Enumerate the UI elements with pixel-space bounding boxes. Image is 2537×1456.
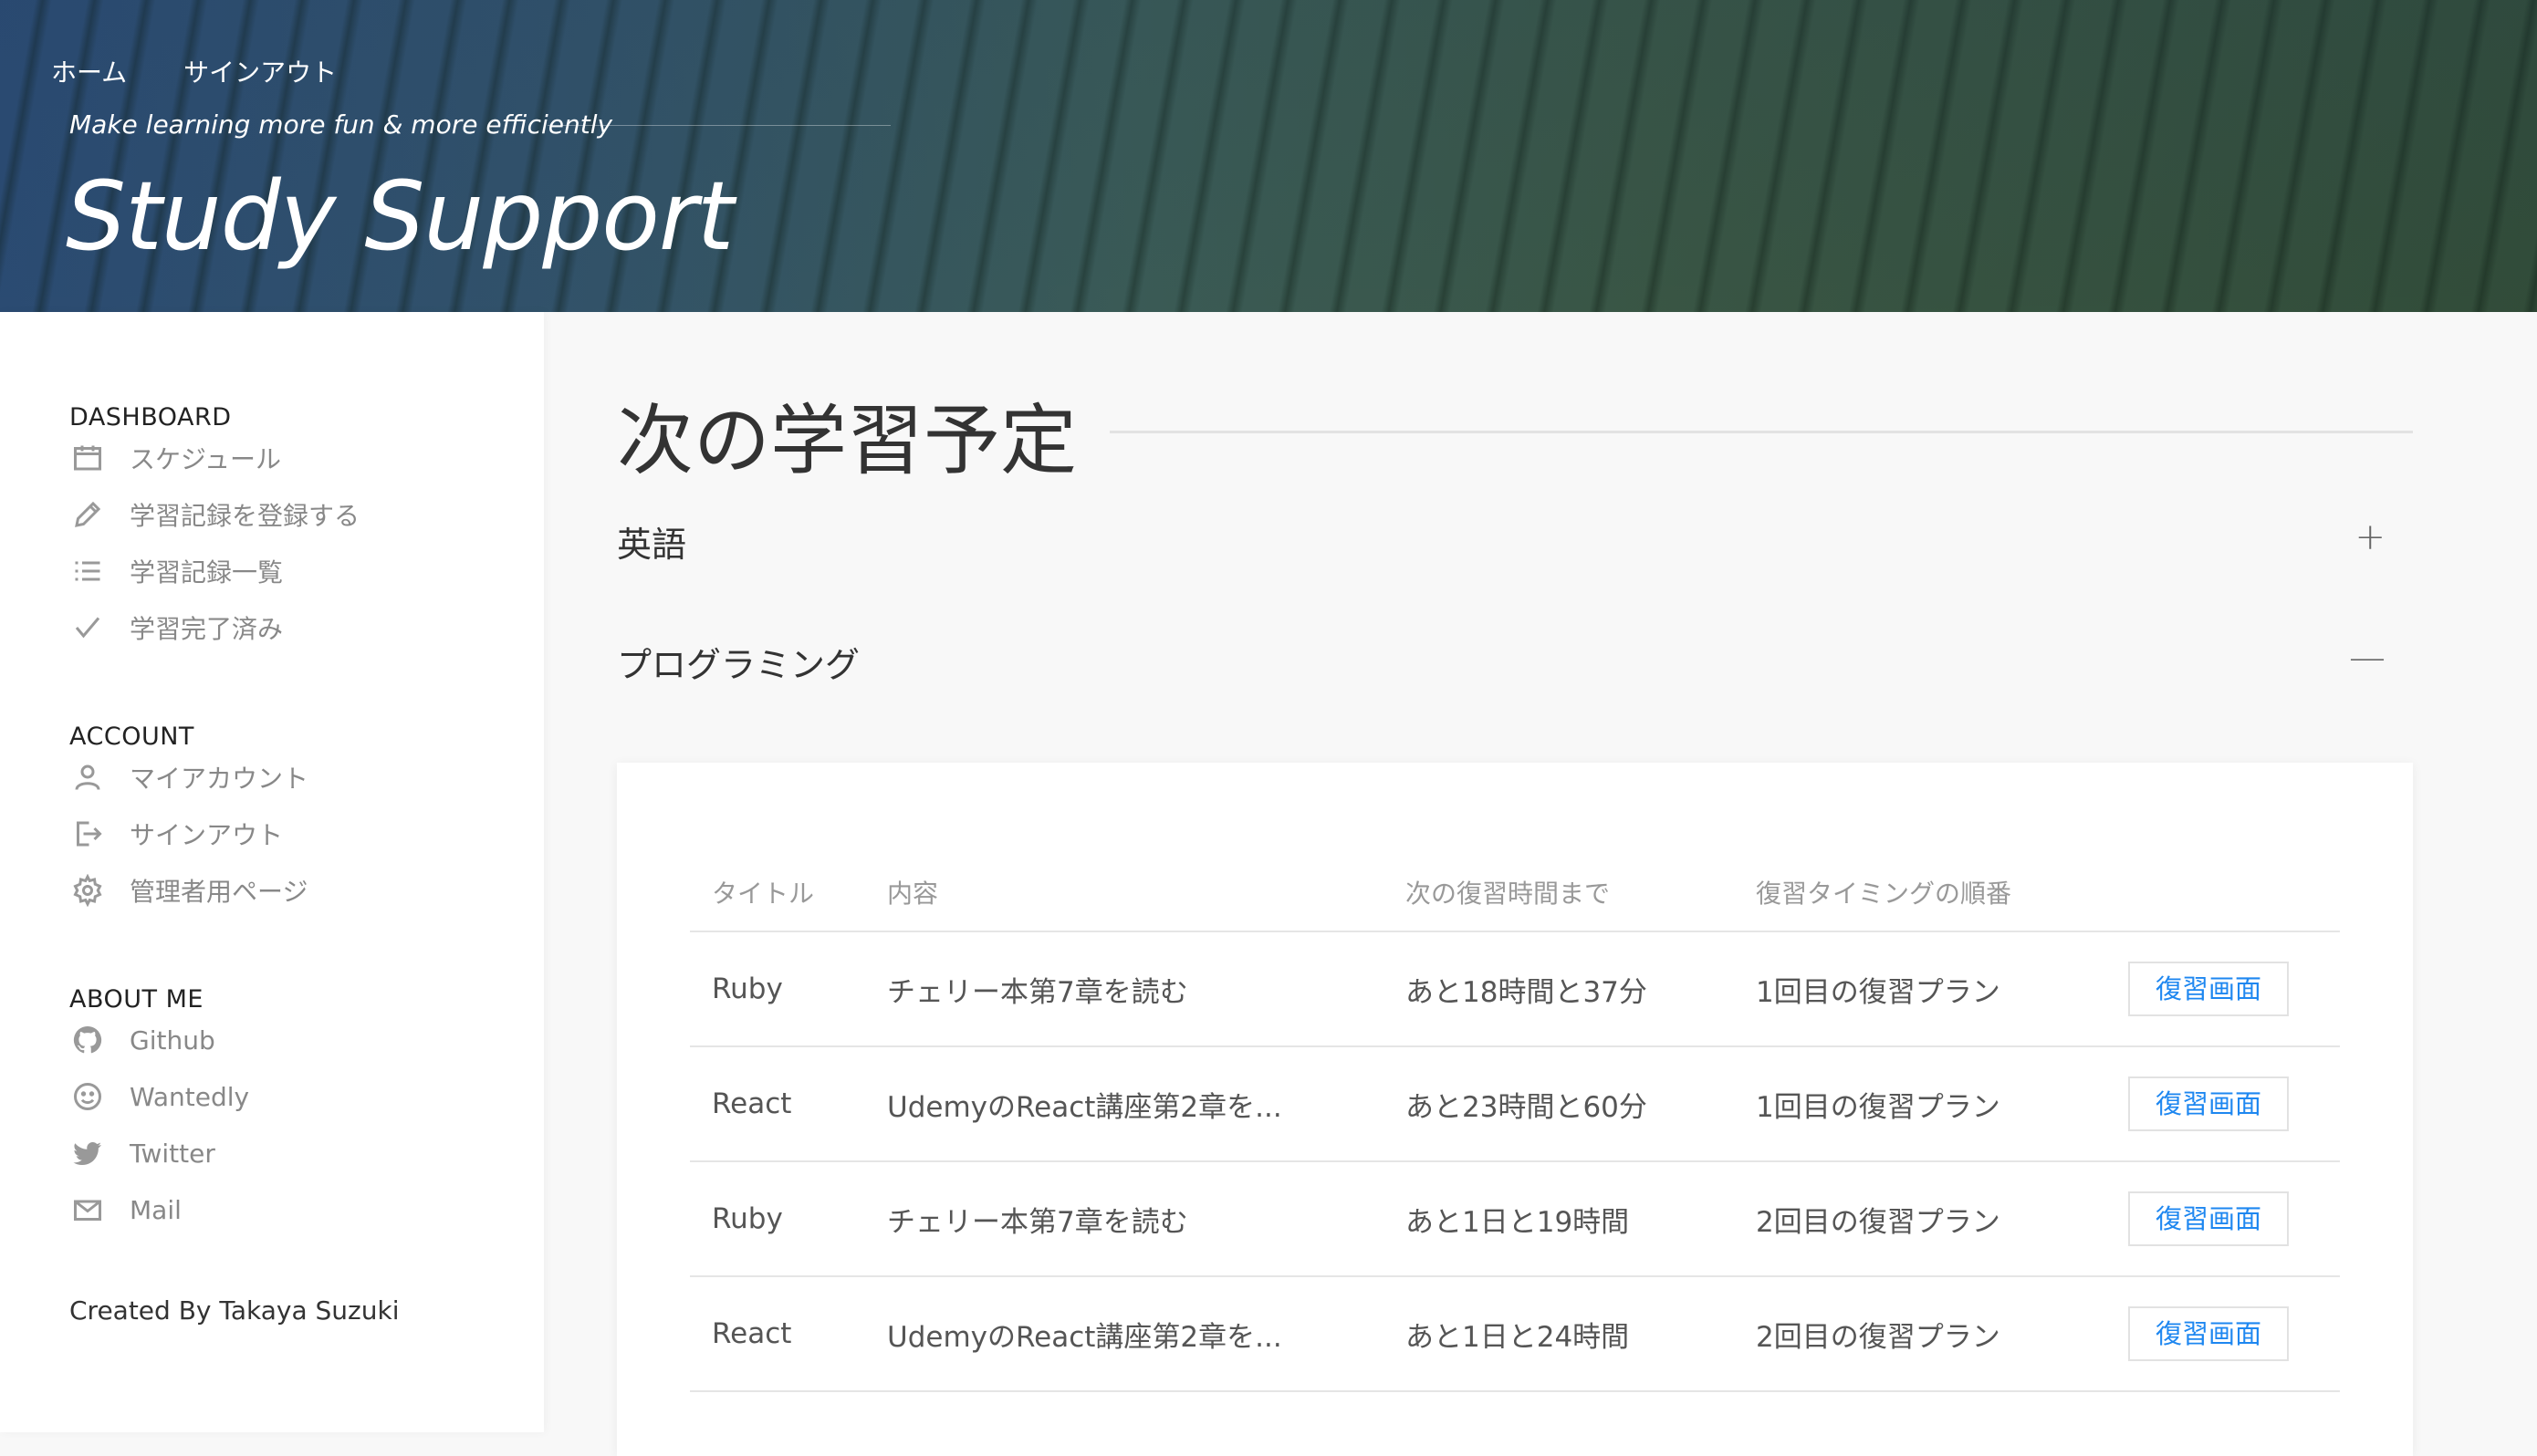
cell-next-review: あと18時間と37分: [1383, 931, 1734, 1047]
accordion-label: 英語: [617, 525, 687, 565]
cell-title: React: [690, 1276, 865, 1392]
review-button[interactable]: 復習画面: [2128, 1306, 2289, 1361]
column-header-title: タイトル: [690, 854, 865, 932]
cell-title: Ruby: [690, 1161, 865, 1277]
sidebar-item-register-record[interactable]: 学習記録を登録する: [69, 496, 360, 533]
accordion-programming[interactable]: プログラミング —: [617, 637, 2406, 687]
column-header-order: 復習タイミングの順番: [1734, 854, 2106, 932]
list-icon: [69, 553, 106, 589]
sidebar-item-github[interactable]: Github: [69, 1022, 215, 1058]
column-header-next-review: 次の復習時間まで: [1383, 854, 1734, 932]
cell-order: 1回目の復習プラン: [1734, 1046, 2106, 1162]
sidebar-item-admin[interactable]: 管理者用ページ: [69, 872, 308, 909]
sidebar-item-my-account[interactable]: マイアカウント: [69, 759, 308, 796]
table-row: React UdemyのReact講座第2章を... あと23時間と60分 1回…: [690, 1046, 2340, 1162]
github-icon: [69, 1022, 106, 1058]
sidebar-item-label: 学習記録一覧: [130, 557, 284, 588]
sign-out-icon: [69, 816, 106, 852]
cell-action: 復習画面: [2106, 1276, 2340, 1392]
cell-next-review: あと1日と24時間: [1383, 1276, 1734, 1392]
sidebar-item-sign-out[interactable]: サインアウト: [69, 816, 283, 852]
pencil-icon: [69, 496, 106, 533]
sidebar-item-label: Mail: [130, 1194, 182, 1225]
cell-next-review: あと23時間と60分: [1383, 1046, 1734, 1162]
schedule-table: タイトル 内容 次の復習時間まで 復習タイミングの順番 Ruby チェリー本第7…: [690, 854, 2340, 1392]
page-title: 次の学習予定: [617, 396, 1078, 485]
brand-title[interactable]: Study Support: [66, 161, 734, 272]
top-nav: ホーム サインアウト: [51, 53, 337, 89]
sidebar-item-record-list[interactable]: 学習記録一覧: [69, 553, 283, 589]
section-title-about-me: ABOUT ME: [69, 985, 204, 1014]
cell-next-review: あと1日と19時間: [1383, 1161, 1734, 1277]
cell-order: 2回目の復習プラン: [1734, 1161, 2106, 1277]
sidebar-item-wantedly[interactable]: Wantedly: [69, 1078, 249, 1115]
sidebar-item-schedule[interactable]: スケジュール: [69, 440, 281, 476]
table-row: Ruby チェリー本第7章を読む あと1日と19時間 2回目の復習プラン 復習画…: [690, 1161, 2340, 1277]
cell-content: UdemyのReact講座第2章を...: [865, 1046, 1383, 1162]
sidebar-item-twitter[interactable]: Twitter: [69, 1135, 215, 1171]
sidebar-item-mail[interactable]: Mail: [69, 1191, 182, 1228]
table-header-row: タイトル 内容 次の復習時間まで 復習タイミングの順番: [690, 854, 2340, 932]
cell-order: 2回目の復習プラン: [1734, 1276, 2106, 1392]
twitter-icon: [69, 1135, 106, 1171]
nav-signout-link[interactable]: サインアウト: [183, 53, 337, 89]
cell-order: 1回目の復習プラン: [1734, 931, 2106, 1047]
column-header-action: [2106, 854, 2340, 932]
mail-icon: [69, 1191, 106, 1228]
sidebar-item-label: スケジュール: [130, 444, 282, 474]
cell-title: Ruby: [690, 931, 865, 1047]
sidebar-item-label: Wantedly: [130, 1081, 250, 1112]
accordion-english[interactable]: 英語 +: [617, 516, 2406, 567]
review-button[interactable]: 復習画面: [2128, 1076, 2289, 1131]
cell-action: 復習画面: [2106, 1161, 2340, 1277]
sidebar-item-label: 管理者用ページ: [130, 877, 308, 907]
credit-text: Created By Takaya Suzuki: [69, 1295, 400, 1326]
sidebar-item-label: Twitter: [130, 1138, 215, 1169]
accordion-label: プログラミング: [617, 645, 861, 685]
sidebar-item-completed[interactable]: 学習完了済み: [69, 609, 283, 646]
schedule-card: タイトル 内容 次の復習時間まで 復習タイミングの順番 Ruby チェリー本第7…: [617, 763, 2413, 1456]
review-button[interactable]: 復習画面: [2128, 962, 2289, 1016]
cell-action: 復習画面: [2106, 1046, 2340, 1162]
sidebar-item-label: サインアウト: [130, 820, 284, 850]
table-row: Ruby チェリー本第7章を読む あと18時間と37分 1回目の復習プラン 復習…: [690, 931, 2340, 1047]
section-title-dashboard: DASHBOARD: [69, 403, 232, 432]
calendar-icon: [69, 440, 106, 476]
tagline: Make learning more fun & more efficientl…: [69, 109, 613, 140]
sidebar-item-label: マイアカウント: [130, 764, 309, 794]
cell-title: React: [690, 1046, 865, 1162]
minus-icon[interactable]: —: [2349, 637, 2386, 679]
hero-header: ホーム サインアウト Make learning more fun & more…: [0, 0, 2537, 312]
cell-content: チェリー本第7章を読む: [865, 1161, 1383, 1277]
gear-icon: [69, 872, 106, 909]
table-row: React UdemyのReact講座第2章を... あと1日と24時間 2回目…: [690, 1276, 2340, 1392]
sidebar-item-label: 学習完了済み: [130, 614, 284, 644]
sidebar-item-label: Github: [130, 1024, 215, 1056]
cell-content: チェリー本第7章を読む: [865, 931, 1383, 1047]
nav-home-link[interactable]: ホーム: [51, 53, 127, 89]
sidebar-item-label: 学習記録を登録する: [130, 501, 360, 531]
check-icon: [69, 609, 106, 646]
review-button[interactable]: 復習画面: [2128, 1191, 2289, 1246]
smiley-icon: [69, 1078, 106, 1115]
section-title-account: ACCOUNT: [69, 723, 194, 751]
plus-icon[interactable]: +: [2354, 516, 2386, 558]
column-header-content: 内容: [865, 854, 1383, 932]
title-divider: [1110, 431, 2413, 433]
cell-content: UdemyのReact講座第2章を...: [865, 1276, 1383, 1392]
sidebar: DASHBOARD スケジュール 学習記録を登録する 学習記録一覧 学習完了済み…: [0, 312, 544, 1432]
cell-action: 復習画面: [2106, 931, 2340, 1047]
tagline-divider: [548, 125, 891, 126]
user-icon: [69, 759, 106, 796]
